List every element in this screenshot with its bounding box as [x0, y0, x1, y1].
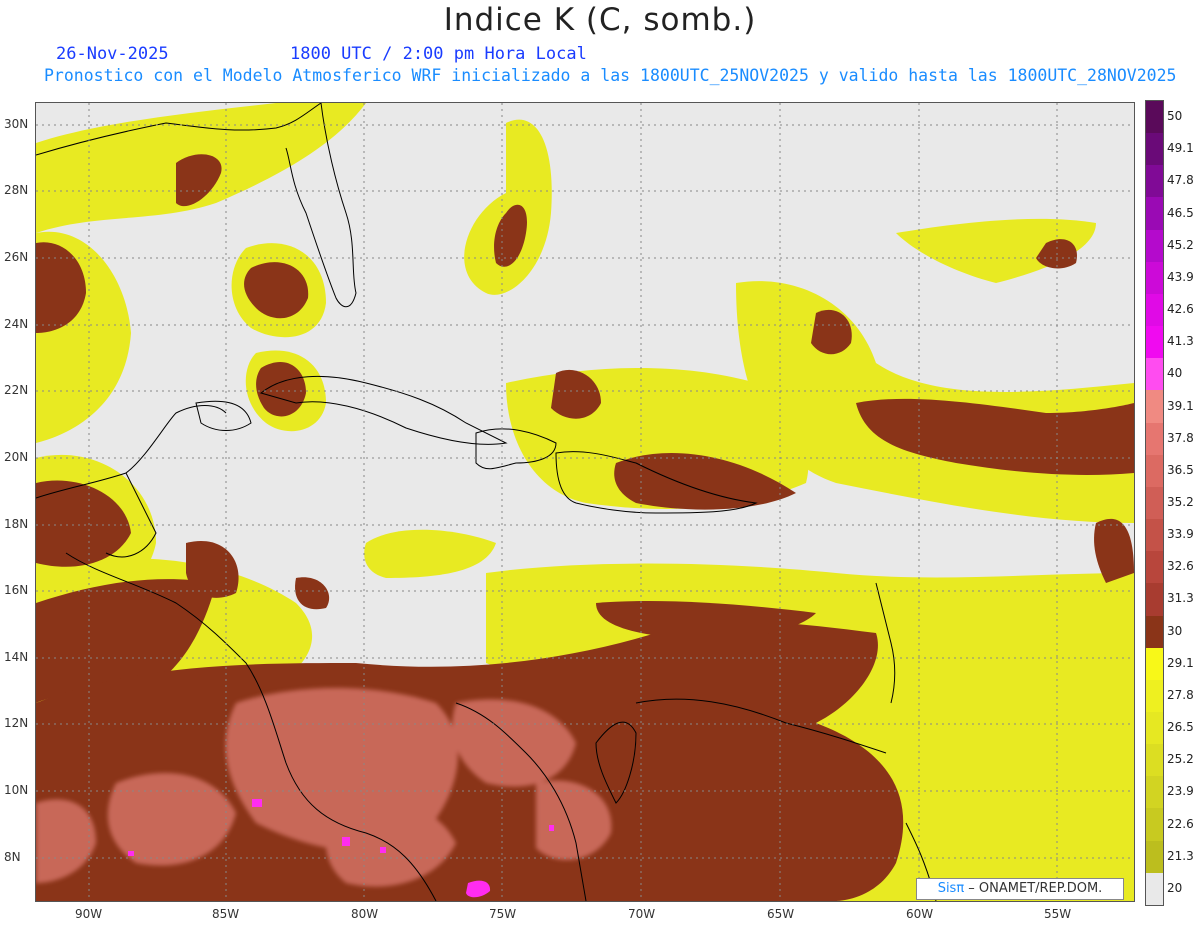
lat-label: 30N [4, 117, 29, 131]
colorbar-segment [1146, 551, 1163, 584]
colorbar-segment [1146, 261, 1163, 294]
colorbar-tick-label: 43.9 [1167, 269, 1194, 284]
colorbar-tick-label: 22.6 [1167, 816, 1194, 831]
colorbar-tick-label: 35.2 [1167, 495, 1194, 509]
colorbar-segment [1146, 808, 1163, 841]
colorbar-segment [1146, 422, 1163, 455]
lon-label: 60W [906, 907, 934, 921]
colorbar-segment [1146, 840, 1163, 873]
colorbar-tick-label: 32.6 [1167, 559, 1194, 574]
lon-label: 90W [75, 907, 103, 921]
colorbar-segment [1146, 776, 1163, 809]
credit-box: Sisπ – ONAMET/REP.DOM. [916, 878, 1124, 900]
colorbar-tick-label: 21.3 [1167, 848, 1194, 863]
lat-label: 28N [4, 183, 29, 197]
colorbar-tick-label: 49.1 [1167, 141, 1194, 156]
colorbar-segment [1146, 647, 1163, 680]
colorbar-segment [1146, 165, 1163, 198]
colorbar-segment [1146, 390, 1163, 423]
colorbar-tick-label: 42.6 [1167, 302, 1194, 317]
colorbar-segment [1146, 101, 1163, 134]
colorbar-tick-label: 29.1 [1167, 655, 1194, 670]
lat-label: 24N [4, 317, 29, 331]
colorbar-tick-label: 45.2 [1167, 237, 1194, 252]
lat-label: 12N [4, 716, 29, 730]
lat-label: 18N [4, 517, 29, 531]
credit-text: – ONAMET/REP.DOM. [964, 881, 1103, 896]
colorbar [1145, 100, 1164, 906]
colorbar-tick-label: 30 [1167, 623, 1183, 638]
map-title: Indice K (C, somb.) [443, 2, 757, 38]
colorbar-tick-label: 36.5 [1167, 462, 1194, 477]
lon-label: 55W [1044, 907, 1072, 921]
colorbar-tick-label: 47.8 [1167, 173, 1194, 188]
colorbar-tick-label: 50 [1167, 109, 1183, 124]
colorbar-tick-label: 23.9 [1167, 784, 1194, 799]
colorbar-segment [1146, 583, 1163, 616]
colorbar-tick-label: 41.3 [1167, 334, 1194, 349]
k-index-field [36, 103, 1134, 901]
lat-label: 16N [4, 583, 29, 597]
lon-label: 85W [212, 907, 240, 921]
colorbar-segment [1146, 293, 1163, 327]
lat-label: 22N [4, 383, 29, 397]
colorbar-segment [1146, 197, 1163, 230]
colorbar-segment [1146, 326, 1163, 359]
colorbar-tick-label: 31.3 [1167, 591, 1194, 606]
lat-label: 8N [4, 850, 21, 864]
colorbar-tick-label: 33.9 [1167, 527, 1194, 542]
colorbar-segment [1146, 454, 1163, 487]
colorbar-tick-label: 39.1 [1167, 398, 1194, 413]
lat-label: 20N [4, 450, 29, 464]
credit-brand: Sisπ [937, 881, 965, 896]
colorbar-segment [1146, 711, 1163, 745]
lon-label: 65W [767, 907, 795, 921]
colorbar-segment [1146, 486, 1163, 520]
lat-label: 26N [4, 250, 29, 264]
forecast-description: Pronostico con el Modelo Atmosferico WRF… [44, 66, 1177, 85]
colorbar-segment [1146, 519, 1163, 552]
colorbar-segment [1146, 744, 1163, 777]
colorbar-segment [1146, 872, 1163, 905]
forecast-time: 1800 UTC / 2:00 pm Hora Local [290, 44, 587, 64]
lon-label: 80W [351, 907, 379, 921]
colorbar-tick-label: 26.5 [1167, 720, 1194, 735]
lat-label: 14N [4, 650, 29, 664]
colorbar-tick-label: 46.5 [1167, 205, 1194, 220]
colorbar-tick-label: 20 [1167, 880, 1183, 895]
colorbar-tick-label: 27.8 [1167, 687, 1194, 702]
map-panel[interactable] [35, 102, 1135, 902]
forecast-date: 26-Nov-2025 [56, 44, 169, 64]
colorbar-segment [1146, 229, 1163, 262]
lon-label: 75W [489, 907, 517, 921]
lon-label: 70W [628, 907, 656, 921]
lat-label: 10N [4, 783, 29, 797]
colorbar-segment [1146, 133, 1163, 166]
colorbar-tick-label: 37.8 [1167, 430, 1194, 445]
colorbar-segment [1146, 679, 1163, 712]
colorbar-segment [1146, 358, 1163, 391]
colorbar-tick-label: 25.2 [1167, 752, 1194, 767]
colorbar-segment [1146, 615, 1163, 648]
colorbar-tick-label: 40 [1167, 366, 1183, 381]
